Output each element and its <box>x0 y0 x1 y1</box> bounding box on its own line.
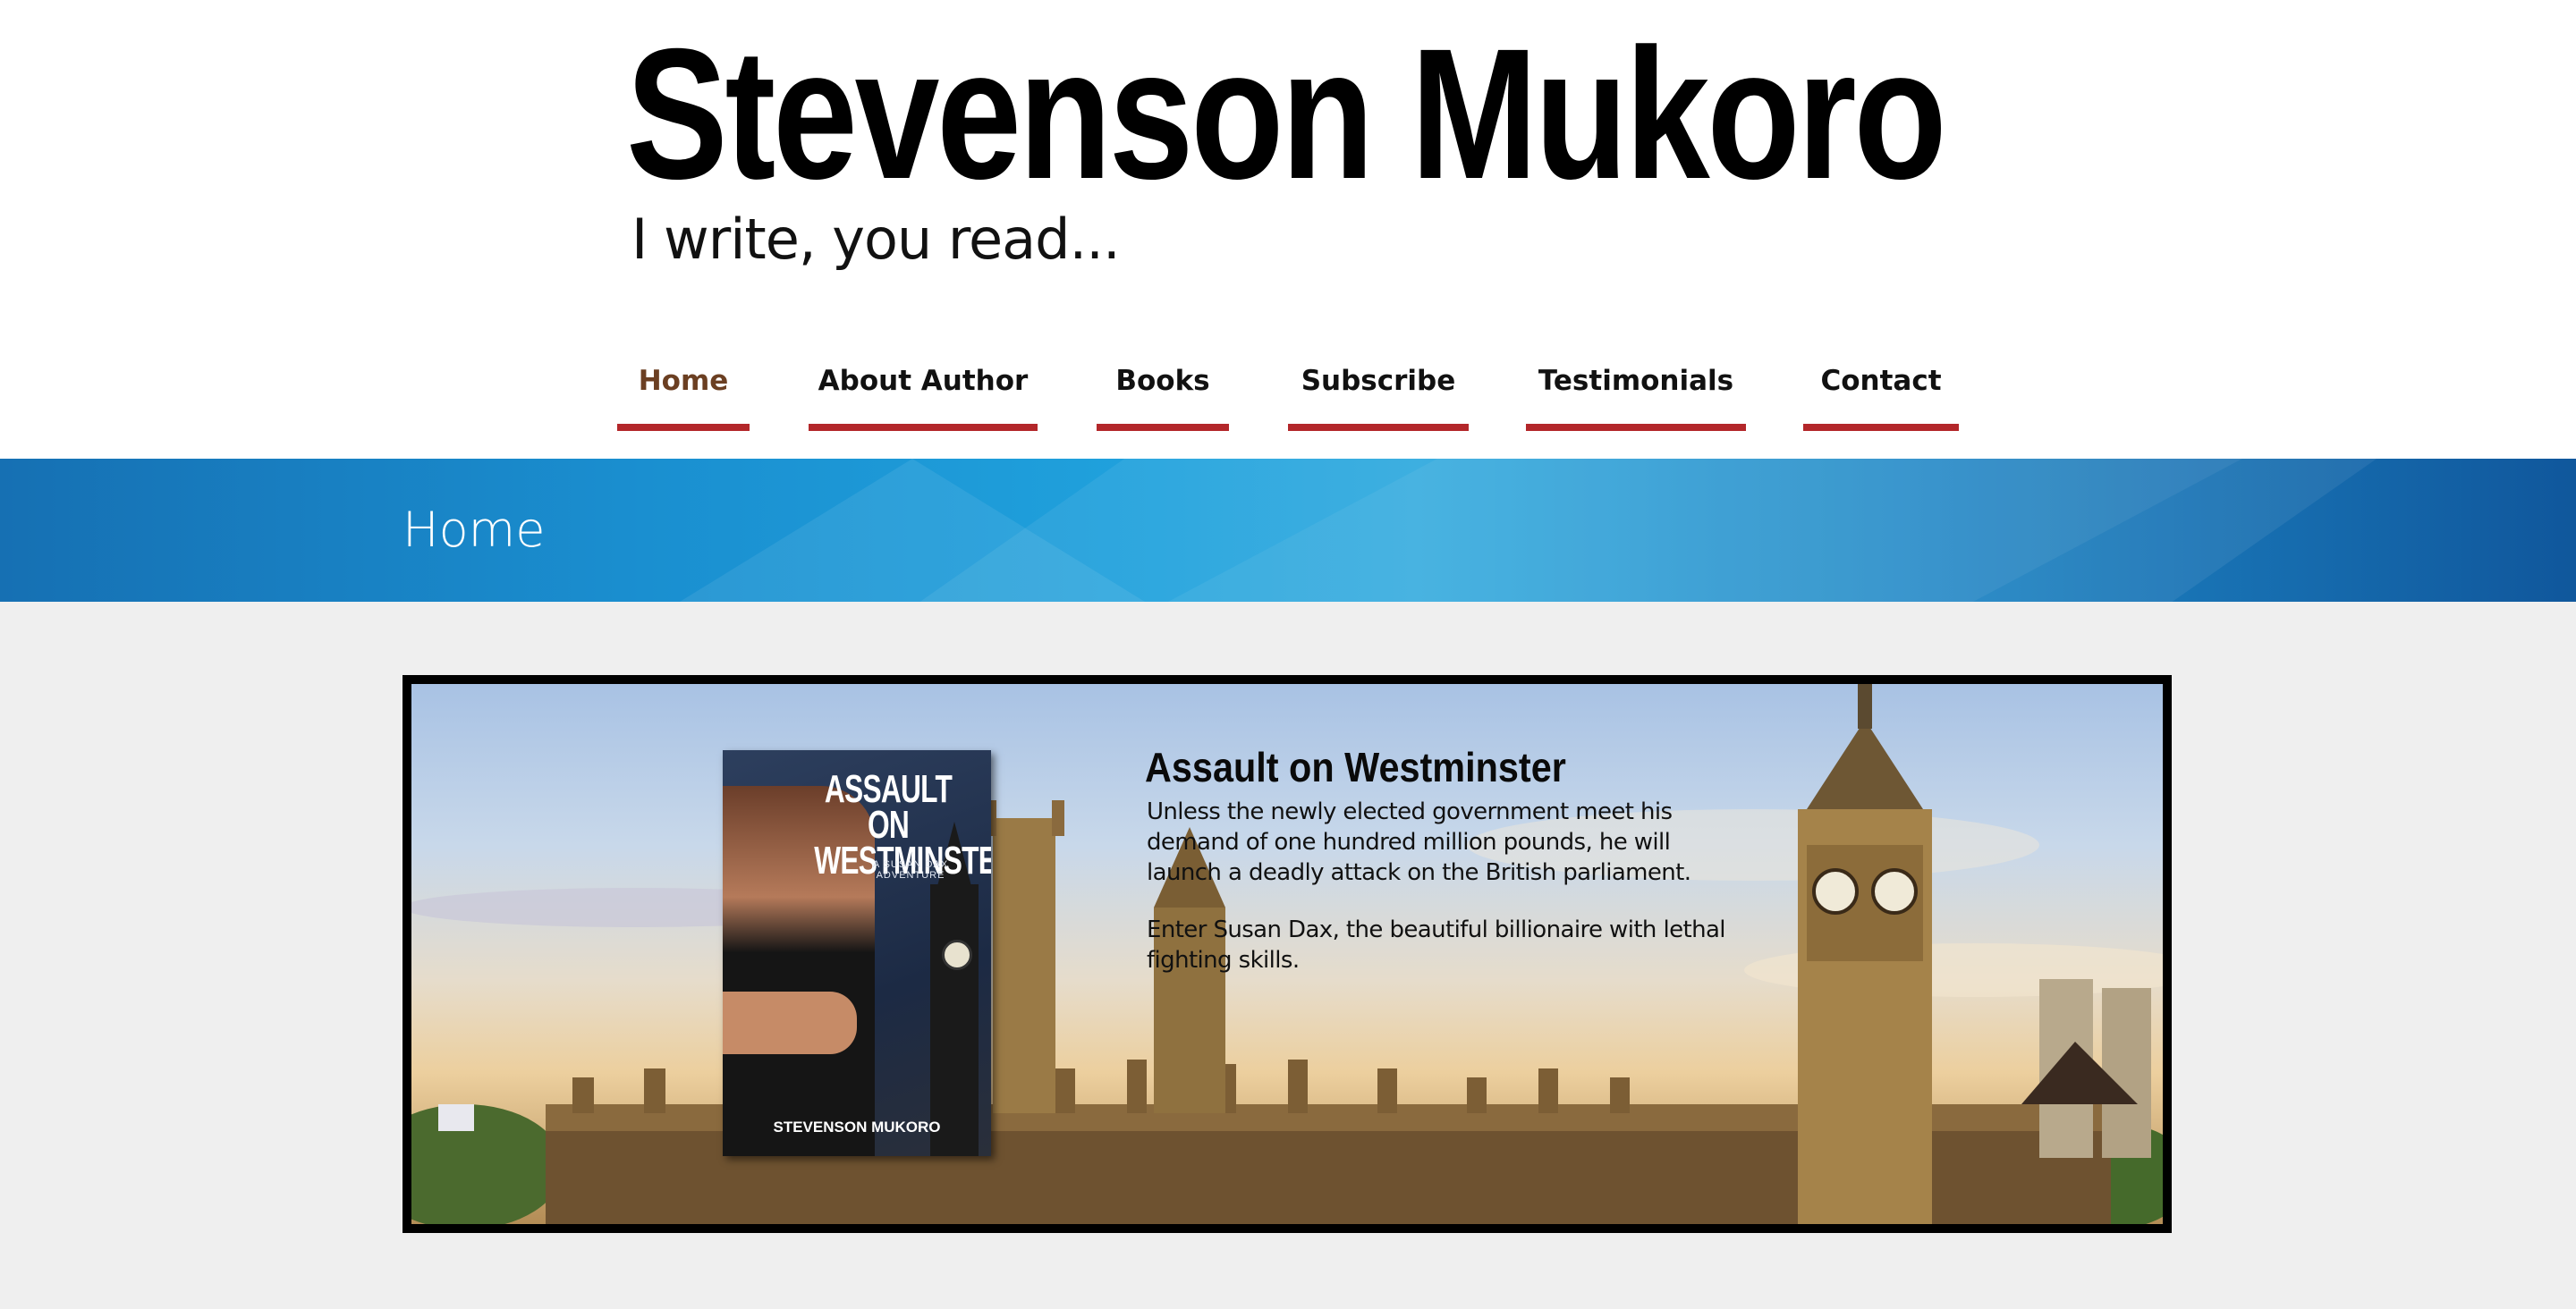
promo-paragraph: Unless the newly elected government meet… <box>1147 798 1691 886</box>
nav-item-books[interactable]: Books <box>1097 343 1229 431</box>
featured-book-banner[interactable]: ASSAULT ON WESTMINSTER A SUSAN DAX ADVEN… <box>402 675 2172 1233</box>
promo-paragraph: Enter Susan Dax, the beautiful billionai… <box>1147 916 1726 974</box>
site-title[interactable]: Stevenson Mukoro <box>626 21 1947 207</box>
nav-item-about-author[interactable]: About Author <box>809 343 1038 431</box>
book-cover-subtitle: A SUSAN DAX ADVENTURE <box>872 859 949 881</box>
book-cover-tower <box>930 884 979 1156</box>
book-cover-arm <box>723 992 857 1054</box>
nav-item-contact[interactable]: Contact <box>1803 343 1959 431</box>
nav-item-subscribe[interactable]: Subscribe <box>1288 343 1469 431</box>
main-nav: Home About Author Books Subscribe Testim… <box>0 343 2576 433</box>
page-title-band: Home <box>0 459 2576 602</box>
clock-icon <box>942 940 972 970</box>
book-cover-author: STEVENSON MUKORO <box>773 1119 941 1136</box>
content-area: ASSAULT ON WESTMINSTER A SUSAN DAX ADVEN… <box>0 602 2576 1309</box>
nav-item-home[interactable]: Home <box>617 343 750 431</box>
book-cover-image[interactable]: ASSAULT ON WESTMINSTER A SUSAN DAX ADVEN… <box>723 750 991 1156</box>
nav-item-testimonials[interactable]: Testimonials <box>1526 343 1746 431</box>
site-tagline: I write, you read... <box>631 207 1121 272</box>
band-decoration <box>680 459 1145 602</box>
promo-title: Assault on Westminster <box>1145 744 1566 790</box>
page-title: Home <box>402 502 546 558</box>
